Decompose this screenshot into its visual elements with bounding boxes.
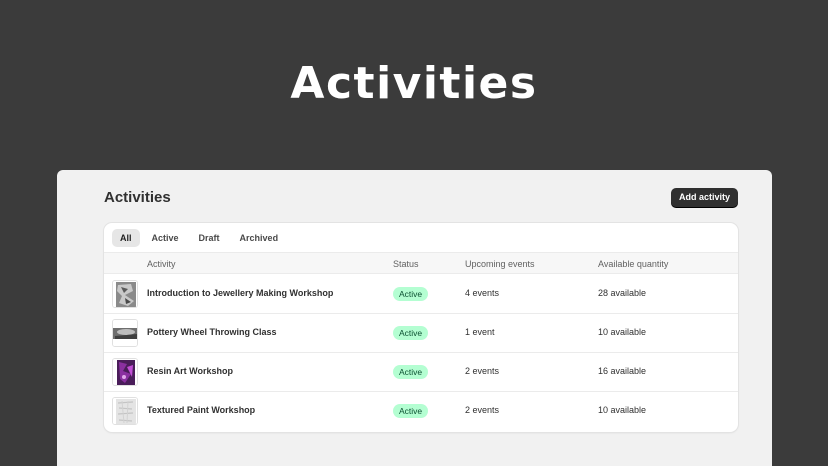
table-header: Activity Status Upcoming events Availabl… — [104, 252, 738, 274]
upcoming-events: 1 event — [465, 327, 495, 337]
add-activity-button[interactable]: Add activity — [670, 188, 738, 207]
page-title: Activities — [104, 189, 171, 206]
activity-name[interactable]: Introduction to Jewellery Making Worksho… — [147, 288, 333, 298]
available-quantity: 10 available — [598, 327, 647, 337]
available-quantity: 28 available — [598, 288, 647, 298]
pottery-thumbnail — [112, 319, 138, 347]
table-row[interactable]: Resin Art Workshop Active 2 events 16 av… — [104, 353, 738, 392]
activity-name[interactable]: Resin Art Workshop — [147, 366, 233, 376]
table-row[interactable]: Pottery Wheel Throwing Class Active 1 ev… — [104, 314, 738, 353]
hero-title: Activities — [290, 58, 538, 109]
tab-draft[interactable]: Draft — [191, 229, 228, 247]
activities-table-card: All Active Draft Archived Activity Statu… — [104, 223, 738, 432]
resin-thumbnail — [112, 358, 138, 386]
paint-thumbnail — [112, 397, 138, 425]
activities-panel: Activities Add activity All Active Draft… — [57, 170, 772, 466]
activity-name[interactable]: Pottery Wheel Throwing Class — [147, 327, 277, 337]
jewellery-thumbnail — [112, 280, 138, 308]
table-row[interactable]: Introduction to Jewellery Making Worksho… — [104, 275, 738, 314]
upcoming-events: 2 events — [465, 366, 500, 376]
column-header-upcoming-events[interactable]: Upcoming events — [465, 259, 535, 269]
filter-tabs: All Active Draft Archived — [112, 229, 286, 247]
activity-name[interactable]: Textured Paint Workshop — [147, 405, 255, 415]
tab-all[interactable]: All — [112, 229, 140, 247]
column-header-activity[interactable]: Activity — [147, 259, 176, 269]
status-badge: Active — [393, 404, 429, 418]
tab-archived[interactable]: Archived — [232, 229, 287, 247]
available-quantity: 10 available — [598, 405, 647, 415]
table-row[interactable]: Textured Paint Workshop Active 2 events … — [104, 392, 738, 431]
available-quantity: 16 available — [598, 366, 647, 376]
status-badge: Active — [393, 365, 429, 379]
status-badge: Active — [393, 287, 429, 301]
upcoming-events: 4 events — [465, 288, 500, 298]
upcoming-events: 2 events — [465, 405, 500, 415]
tab-active[interactable]: Active — [144, 229, 187, 247]
column-header-status[interactable]: Status — [393, 259, 419, 269]
column-header-available-quantity[interactable]: Available quantity — [598, 259, 668, 269]
status-badge: Active — [393, 326, 429, 340]
